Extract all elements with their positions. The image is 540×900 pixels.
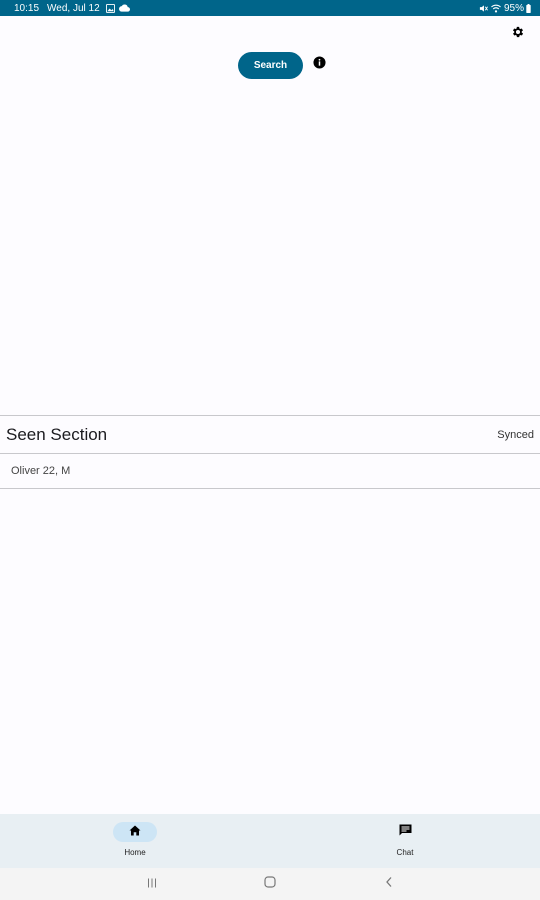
- nav-pill: [383, 822, 427, 842]
- info-icon: [312, 56, 326, 74]
- system-navigation-bar: [0, 868, 540, 900]
- cloud-icon: [118, 4, 130, 12]
- settings-button[interactable]: [508, 24, 528, 44]
- battery-icon: [526, 3, 531, 13]
- gear-icon: [511, 25, 525, 44]
- mute-icon: [479, 4, 488, 13]
- nav-item-home[interactable]: Home: [0, 814, 270, 868]
- list-item-label: Oliver 22, M: [11, 465, 71, 477]
- system-home-button[interactable]: [263, 875, 277, 893]
- battery-percent: 95%: [503, 2, 524, 14]
- status-right: 95%: [479, 3, 534, 14]
- nav-label-chat: Chat: [396, 848, 414, 857]
- nav-active-indicator: [113, 822, 157, 842]
- info-button[interactable]: [312, 56, 326, 74]
- seen-section-header: Seen Section Synced: [0, 415, 540, 454]
- status-bar: 10:15 Wed, Jul 12 95%: [0, 0, 540, 16]
- chat-icon: [399, 823, 412, 841]
- status-date: Wed, Jul 12: [47, 2, 100, 14]
- recents-icon: [146, 875, 158, 893]
- list-item[interactable]: Oliver 22, M: [0, 454, 540, 489]
- home-circle-icon: [264, 875, 276, 893]
- nav-item-chat[interactable]: Chat: [270, 814, 540, 868]
- sync-status: Synced: [497, 428, 534, 441]
- status-time: 10:15: [14, 2, 40, 14]
- recents-button[interactable]: [145, 877, 159, 891]
- back-icon: [384, 875, 394, 893]
- bottom-navigation: Home Chat: [0, 814, 540, 868]
- app-screen: 10:15 Wed, Jul 12 95% Search Seen Sectio…: [0, 0, 540, 900]
- back-button[interactable]: [382, 877, 396, 891]
- section-title: Seen Section: [6, 424, 108, 444]
- wifi-icon: [491, 4, 501, 13]
- gallery-icon: [105, 3, 115, 13]
- search-button[interactable]: Search: [238, 52, 303, 79]
- nav-label-home: Home: [124, 848, 146, 857]
- status-left: 10:15 Wed, Jul 12: [14, 3, 134, 14]
- home-icon: [129, 823, 141, 841]
